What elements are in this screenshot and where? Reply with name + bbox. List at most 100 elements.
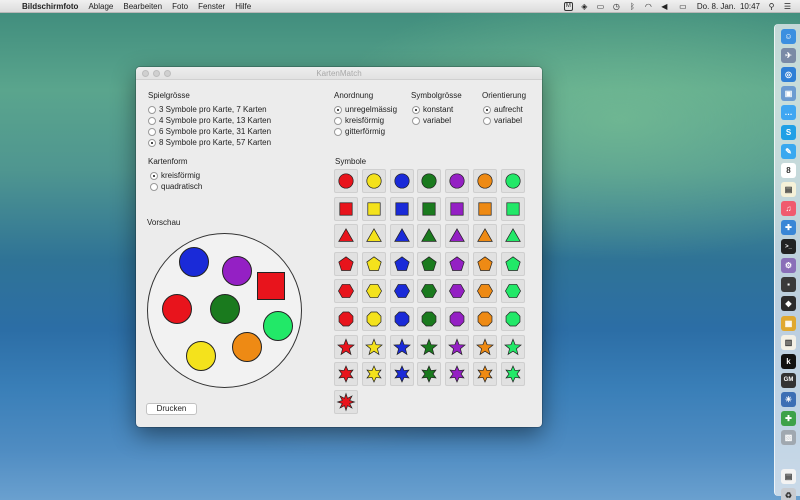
app-icon[interactable]: ▦	[781, 315, 796, 331]
pentagon-orange-symbol[interactable]	[473, 251, 497, 276]
menu-hilfe[interactable]: Hilfe	[235, 2, 251, 11]
itunes-icon[interactable]: ♫	[781, 200, 796, 216]
square-blue-symbol[interactable]	[389, 196, 414, 221]
circle-lightgreen-symbol[interactable]	[500, 169, 525, 193]
launchpad-icon[interactable]: ✈	[781, 48, 796, 64]
radio-button[interactable]	[483, 105, 491, 114]
pentagon-purple-symbol[interactable]	[445, 251, 470, 276]
circle-green-symbol[interactable]	[417, 169, 442, 193]
books-icon[interactable]: ▥	[781, 334, 796, 350]
square-orange-symbol[interactable]	[473, 196, 497, 221]
radio-button[interactable]	[412, 116, 420, 125]
spielgroesse-option[interactable]: 3 Symbole pro Karte, 7 Karten	[148, 105, 267, 114]
app-icon[interactable]: ▪	[781, 277, 796, 293]
kartenform-option[interactable]: quadratisch	[150, 182, 202, 191]
spielgroesse-option[interactable]: 8 Symbole pro Karte, 57 Karten	[148, 138, 271, 147]
preview-icon[interactable]: ▣	[781, 86, 796, 102]
square-purple-symbol[interactable]	[445, 196, 470, 221]
circle-purple-symbol[interactable]	[445, 169, 470, 193]
pentagon-yellow-symbol[interactable]	[361, 251, 386, 276]
triangle-orange-symbol[interactable]	[473, 224, 497, 249]
bluetooth-icon[interactable]: ᛒ	[628, 2, 637, 11]
star6-yellow-symbol[interactable]	[361, 362, 386, 387]
square-red-symbol[interactable]	[334, 196, 358, 221]
triangle-lightgreen-symbol[interactable]	[500, 224, 525, 249]
radio-button[interactable]	[334, 116, 342, 125]
star5-green-symbol[interactable]	[417, 334, 442, 359]
anordnung-option[interactable]: gitterförmig	[334, 127, 385, 136]
star8-red-symbol[interactable]	[334, 389, 358, 414]
status-icon[interactable]: M	[563, 1, 573, 11]
dropbox-icon[interactable]: ◈	[580, 2, 589, 11]
octagon-orange-symbol[interactable]	[473, 307, 497, 331]
octagon-green-symbol[interactable]	[417, 307, 442, 331]
circle-blue-symbol[interactable]	[389, 169, 414, 193]
radio-button[interactable]	[483, 116, 491, 125]
hexagon-blue-symbol[interactable]	[389, 279, 414, 304]
square-green-symbol[interactable]	[417, 196, 442, 221]
star6-lightgreen-symbol[interactable]	[500, 362, 525, 387]
kartenform-option[interactable]: kreisförmig	[150, 171, 200, 180]
radio-button[interactable]	[148, 127, 156, 136]
twitter-icon[interactable]: ✎	[781, 143, 796, 159]
star5-lightgreen-symbol[interactable]	[500, 334, 525, 359]
menu-fenster[interactable]: Fenster	[198, 2, 225, 11]
menu-app-name[interactable]: Bildschirmfoto	[22, 2, 78, 11]
trash-icon[interactable]: ♻	[781, 488, 796, 500]
battery-icon[interactable]: ▭	[676, 2, 690, 11]
app-icon[interactable]: ✳	[781, 391, 796, 407]
orientierung-option[interactable]: aufrecht	[483, 105, 523, 114]
square-lightgreen-symbol[interactable]	[500, 196, 525, 221]
star5-yellow-symbol[interactable]	[361, 334, 386, 359]
star5-red-symbol[interactable]	[334, 334, 358, 359]
star5-purple-symbol[interactable]	[445, 334, 470, 359]
clock[interactable]: Do. 8. Jan. 10:47	[697, 2, 760, 11]
menu-foto[interactable]: Foto	[172, 2, 188, 11]
spielgroesse-option[interactable]: 4 Symbole pro Karte, 13 Karten	[148, 116, 271, 125]
volume-icon[interactable]: ◀	[660, 2, 669, 11]
app-icon[interactable]: ▧	[781, 430, 796, 446]
circle-yellow-symbol[interactable]	[361, 169, 386, 193]
circle-orange-symbol[interactable]	[473, 169, 497, 193]
app-icon[interactable]: ✚	[781, 411, 796, 426]
anordnung-option[interactable]: kreisförmig	[334, 116, 384, 125]
symbolgroesse-option[interactable]: variabel	[412, 116, 451, 125]
octagon-purple-symbol[interactable]	[445, 307, 470, 331]
menu-ablage[interactable]: Ablage	[88, 2, 113, 11]
star6-orange-symbol[interactable]	[473, 362, 497, 387]
spotlight-icon[interactable]: ⚲	[767, 2, 776, 11]
square-yellow-symbol[interactable]	[361, 196, 386, 221]
radio-button[interactable]	[148, 116, 156, 125]
triangle-red-symbol[interactable]	[334, 224, 358, 249]
triangle-blue-symbol[interactable]	[389, 224, 414, 249]
pentagon-blue-symbol[interactable]	[389, 251, 414, 276]
app-icon[interactable]: ◆	[781, 296, 796, 312]
pentagon-red-symbol[interactable]	[334, 251, 358, 276]
hexagon-lightgreen-symbol[interactable]	[500, 279, 525, 304]
pentagon-lightgreen-symbol[interactable]	[500, 251, 525, 276]
menu-bearbeiten[interactable]: Bearbeiten	[123, 2, 162, 11]
star5-blue-symbol[interactable]	[389, 334, 414, 359]
notes-icon[interactable]: ▤	[781, 181, 796, 197]
radio-button[interactable]	[148, 138, 156, 147]
octagon-yellow-symbol[interactable]	[361, 307, 386, 331]
hexagon-red-symbol[interactable]	[334, 279, 358, 304]
octagon-red-symbol[interactable]	[334, 307, 358, 331]
anordnung-option[interactable]: unregelmässig	[334, 105, 397, 114]
terminal-icon[interactable]: >_	[781, 239, 796, 255]
messages-icon[interactable]: …	[781, 105, 796, 121]
radio-button[interactable]	[334, 127, 342, 136]
hexagon-yellow-symbol[interactable]	[361, 279, 386, 304]
title-bar[interactable]: KartenMatch	[136, 67, 542, 80]
octagon-lightgreen-symbol[interactable]	[500, 307, 525, 331]
hexagon-orange-symbol[interactable]	[473, 279, 497, 304]
hexagon-green-symbol[interactable]	[417, 279, 442, 304]
graphicsmagick-icon[interactable]: GM	[781, 372, 796, 388]
star6-blue-symbol[interactable]	[389, 362, 414, 387]
star6-purple-symbol[interactable]	[445, 362, 470, 387]
time-machine-icon[interactable]: ◷	[612, 2, 621, 11]
xcode-icon[interactable]: ✚	[781, 220, 796, 235]
skype-icon[interactable]: S	[781, 124, 796, 140]
triangle-yellow-symbol[interactable]	[361, 224, 386, 249]
kindle-icon[interactable]: k	[781, 353, 796, 369]
